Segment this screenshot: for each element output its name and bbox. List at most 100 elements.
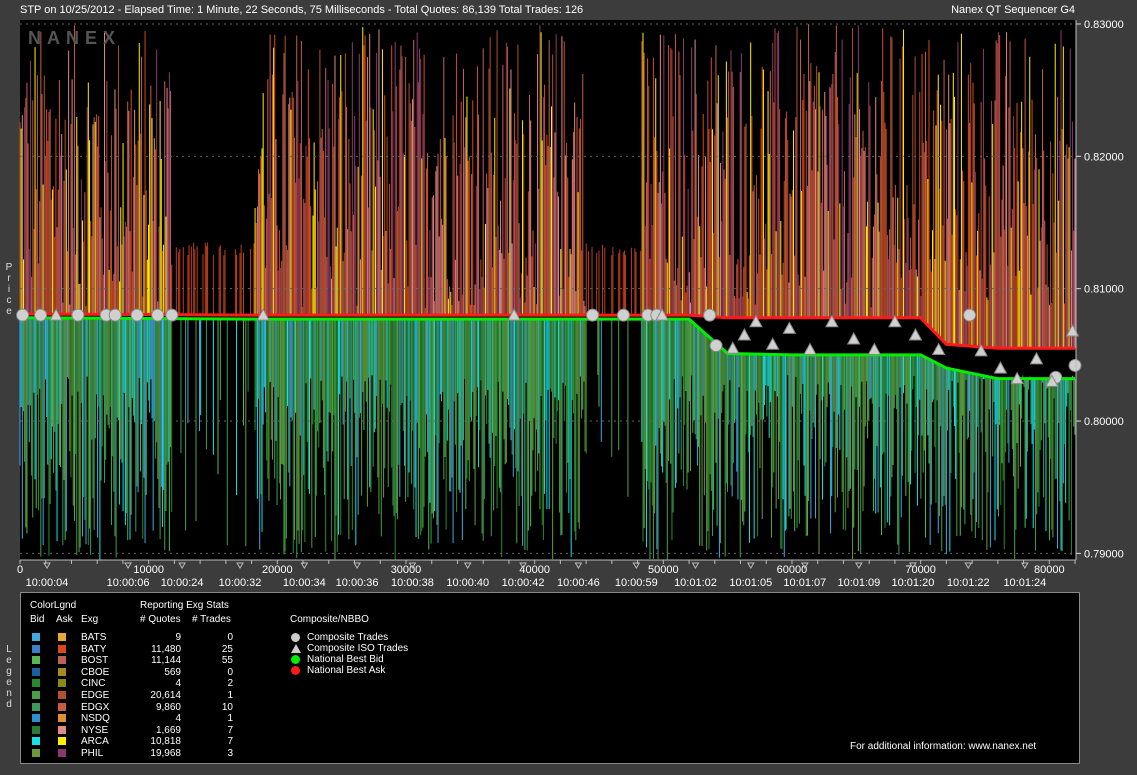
bid-swatch <box>32 702 40 711</box>
exchange-name: NSDQ <box>81 713 110 725</box>
composite-trade-marker <box>1068 358 1082 372</box>
exchange-name: ARCA <box>81 736 109 748</box>
composite-legend-label: Composite Trades <box>307 632 389 643</box>
time-marker-icon <box>178 562 186 569</box>
time-marker-icon <box>964 562 973 569</box>
circle-icon <box>291 666 300 675</box>
time-label: 10:00:38 <box>391 577 434 589</box>
time-label: 10:00:36 <box>336 577 379 589</box>
time-marker-icon <box>236 562 244 569</box>
time-label: 10:00:24 <box>161 577 204 589</box>
exchange-name: CINC <box>81 678 106 690</box>
time-marker-icon <box>463 562 472 569</box>
composite-trade-marker <box>130 308 144 322</box>
bid-swatch <box>32 633 40 641</box>
time-label: 10:00:46 <box>557 577 600 589</box>
bid-swatch <box>32 749 40 757</box>
ask-swatch <box>58 633 66 641</box>
col-exg-header: Exg <box>81 614 99 625</box>
quote-count: 11,144 <box>151 655 181 667</box>
ask-swatch <box>58 737 66 746</box>
quote-count: 11,480 <box>151 643 181 655</box>
x-tick-label: 30000 <box>391 564 422 576</box>
time-marker-icon <box>353 562 361 569</box>
quote-count: 9,860 <box>155 701 181 713</box>
quote-count: 19,968 <box>150 748 181 759</box>
bid-swatch <box>32 725 40 734</box>
trade-count: 0 <box>227 632 233 643</box>
colorlgnd-heading: ColorLgnd <box>30 600 77 611</box>
time-marker-icon <box>43 562 51 569</box>
x-tick-label: 50000 <box>648 564 679 576</box>
composite-legend-label: Composite ISO Trades <box>307 643 409 654</box>
x-tick-label: 70000 <box>905 564 936 576</box>
time-label: 10:01:22 <box>947 577 990 589</box>
circle-icon <box>291 655 300 664</box>
y-tick-label: 0.83000 <box>1084 19 1124 31</box>
trade-count: 1 <box>227 713 233 725</box>
footer-link: For additional information: www.nanex.ne… <box>850 741 1037 752</box>
composite-trade-marker <box>165 308 179 322</box>
bid-swatch <box>32 656 40 665</box>
circle-icon <box>291 633 300 642</box>
trade-count: 2 <box>227 678 233 690</box>
trade-count: 1 <box>227 690 233 701</box>
time-marker-icon <box>300 562 309 569</box>
bid-swatch <box>32 679 40 688</box>
y-tick-label: 0.82000 <box>1084 151 1124 163</box>
y-tick-label: 0.81000 <box>1084 284 1124 296</box>
bid-swatch <box>32 714 40 723</box>
time-label: 10:01:05 <box>729 577 772 589</box>
time-marker-icon <box>854 562 863 569</box>
composite-trade-marker <box>963 308 977 322</box>
x-tick-label: 20000 <box>262 564 293 576</box>
time-label: 10:00:40 <box>446 577 489 589</box>
triangle-icon <box>291 644 301 653</box>
ask-swatch <box>58 702 66 711</box>
time-label: 10:01:09 <box>837 577 880 589</box>
time-marker-icon <box>632 562 641 569</box>
composite-trade-marker <box>71 308 85 322</box>
exchange-name: EDGE <box>81 690 110 701</box>
quote-count: 4 <box>175 713 181 725</box>
time-label: 10:01:02 <box>674 577 717 589</box>
exchange-name: EDGX <box>81 701 110 713</box>
time-label: 10:00:59 <box>615 577 658 589</box>
composite-heading: Composite/NBBO <box>290 614 369 625</box>
composite-trade-marker <box>703 308 717 322</box>
col-ask-header: Ask <box>56 614 73 625</box>
price-chart[interactable]: NANEX 0.83000 0.82000 0.81000 0.80000 0.79000… <box>0 0 1137 590</box>
composite-legend-label: National Best Ask <box>307 665 386 676</box>
time-label: 10:00:06 <box>107 577 150 589</box>
quote-count: 1,669 <box>155 724 181 736</box>
time-marker-icon <box>746 562 755 569</box>
exchange-name: NYSE <box>81 724 109 736</box>
col-bid-header: Bid <box>30 614 45 625</box>
y-tick-label: 0.80000 <box>1084 416 1124 428</box>
exchange-name: PHIL <box>81 748 104 759</box>
trade-count: 0 <box>227 666 233 678</box>
time-label: 10:00:34 <box>283 577 326 589</box>
time-marker-icon <box>574 562 583 569</box>
trade-count: 3 <box>227 748 233 759</box>
bid-swatch <box>32 667 40 676</box>
ask-swatch <box>58 656 66 665</box>
stats-heading: Reporting Exg Stats <box>140 600 229 611</box>
time-label: 10:01:24 <box>1003 577 1046 589</box>
quote-count: 4 <box>175 678 181 690</box>
x-tick-label: 60000 <box>777 564 808 576</box>
quote-count: 9 <box>175 632 181 643</box>
composite-trade-marker <box>16 308 30 322</box>
ask-swatch <box>58 749 66 757</box>
x-tick-label: 80000 <box>1034 564 1065 576</box>
bid-swatch <box>32 737 40 746</box>
legend-side-label: Legend <box>6 644 12 710</box>
exchange-name: BATY <box>81 643 107 655</box>
ask-swatch <box>58 714 66 723</box>
legend-panel: ColorLgnd Bid Ask Exg Reporting Exg Stats # Q… <box>20 592 1080 764</box>
composite-trade-marker <box>586 308 600 322</box>
exchange-name: BOST <box>81 655 109 667</box>
ask-swatch <box>58 644 66 653</box>
col-quotes-header: # Quotes <box>140 614 181 625</box>
time-label: 10:01:20 <box>892 577 935 589</box>
